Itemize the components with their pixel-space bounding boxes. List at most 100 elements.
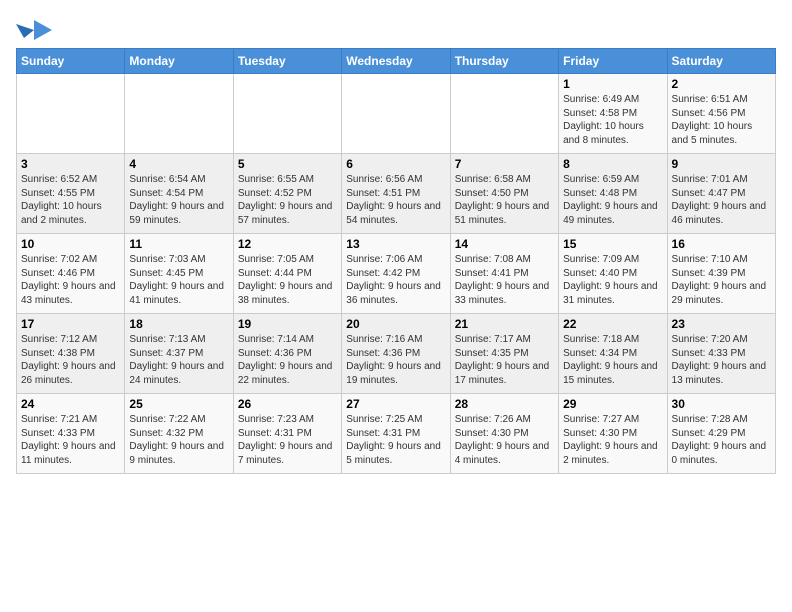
- day-number: 24: [21, 397, 120, 411]
- calendar-cell-3-2: 11 Sunrise: 7:03 AM Sunset: 4:45 PM Dayli…: [125, 234, 233, 314]
- calendar-cell-2-7: 9 Sunrise: 7:01 AM Sunset: 4:47 PM Daylig…: [667, 154, 775, 234]
- day-info: Sunrise: 6:51 AM Sunset: 4:56 PM Dayligh…: [672, 93, 771, 147]
- day-info: Sunrise: 7:09 AM Sunset: 4:40 PM Dayligh…: [563, 253, 662, 307]
- logo: [16, 16, 50, 40]
- day-info: Sunrise: 7:16 AM Sunset: 4:36 PM Dayligh…: [346, 333, 445, 387]
- calendar-cell-1-1: [17, 74, 125, 154]
- day-number: 19: [238, 317, 337, 331]
- calendar-cell-5-4: 27 Sunrise: 7:25 AM Sunset: 4:31 PM Dayli…: [342, 394, 450, 474]
- calendar-cell-5-2: 25 Sunrise: 7:22 AM Sunset: 4:32 PM Dayli…: [125, 394, 233, 474]
- day-info: Sunrise: 7:17 AM Sunset: 4:35 PM Dayligh…: [455, 333, 554, 387]
- day-number: 28: [455, 397, 554, 411]
- day-info: Sunrise: 7:10 AM Sunset: 4:39 PM Dayligh…: [672, 253, 771, 307]
- calendar-cell-2-5: 7 Sunrise: 6:58 AM Sunset: 4:50 PM Daylig…: [450, 154, 558, 234]
- page-header: [16, 16, 776, 40]
- weekday-header-tuesday: Tuesday: [233, 49, 341, 74]
- calendar-cell-3-6: 15 Sunrise: 7:09 AM Sunset: 4:40 PM Dayli…: [559, 234, 667, 314]
- weekday-header-saturday: Saturday: [667, 49, 775, 74]
- day-info: Sunrise: 7:13 AM Sunset: 4:37 PM Dayligh…: [129, 333, 228, 387]
- calendar-cell-1-3: [233, 74, 341, 154]
- day-number: 6: [346, 157, 445, 171]
- calendar-cell-2-6: 8 Sunrise: 6:59 AM Sunset: 4:48 PM Daylig…: [559, 154, 667, 234]
- day-info: Sunrise: 6:49 AM Sunset: 4:58 PM Dayligh…: [563, 93, 662, 147]
- day-info: Sunrise: 7:21 AM Sunset: 4:33 PM Dayligh…: [21, 413, 120, 467]
- calendar-cell-4-2: 18 Sunrise: 7:13 AM Sunset: 4:37 PM Dayli…: [125, 314, 233, 394]
- day-number: 22: [563, 317, 662, 331]
- day-number: 23: [672, 317, 771, 331]
- day-info: Sunrise: 6:55 AM Sunset: 4:52 PM Dayligh…: [238, 173, 337, 227]
- day-info: Sunrise: 7:01 AM Sunset: 4:47 PM Dayligh…: [672, 173, 771, 227]
- day-number: 18: [129, 317, 228, 331]
- calendar-cell-1-6: 1 Sunrise: 6:49 AM Sunset: 4:58 PM Daylig…: [559, 74, 667, 154]
- day-info: Sunrise: 7:12 AM Sunset: 4:38 PM Dayligh…: [21, 333, 120, 387]
- day-info: Sunrise: 7:14 AM Sunset: 4:36 PM Dayligh…: [238, 333, 337, 387]
- day-info: Sunrise: 6:52 AM Sunset: 4:55 PM Dayligh…: [21, 173, 120, 227]
- calendar-cell-1-2: [125, 74, 233, 154]
- day-number: 13: [346, 237, 445, 251]
- day-info: Sunrise: 7:02 AM Sunset: 4:46 PM Dayligh…: [21, 253, 120, 307]
- calendar-cell-1-5: [450, 74, 558, 154]
- calendar-cell-5-3: 26Sunrise: 7:23 AM Sunset: 4:31 PM Dayli…: [233, 394, 341, 474]
- day-info: Sunrise: 7:06 AM Sunset: 4:42 PM Dayligh…: [346, 253, 445, 307]
- day-number: 25: [129, 397, 228, 411]
- calendar-cell-5-6: 29 Sunrise: 7:27 AM Sunset: 4:30 PM Dayli…: [559, 394, 667, 474]
- calendar-cell-2-1: 3 Sunrise: 6:52 AM Sunset: 4:55 PM Daylig…: [17, 154, 125, 234]
- weekday-header-friday: Friday: [559, 49, 667, 74]
- day-info: Sunrise: 7:25 AM Sunset: 4:31 PM Dayligh…: [346, 413, 445, 467]
- weekday-header-monday: Monday: [125, 49, 233, 74]
- calendar-cell-3-1: 10 Sunrise: 7:02 AM Sunset: 4:46 PM Dayli…: [17, 234, 125, 314]
- day-number: 17: [21, 317, 120, 331]
- day-number: 8: [563, 157, 662, 171]
- day-number: 2: [672, 77, 771, 91]
- day-info: Sunrise: 7:28 AM Sunset: 4:29 PM Dayligh…: [672, 413, 771, 467]
- day-info: Sunrise: 6:59 AM Sunset: 4:48 PM Dayligh…: [563, 173, 662, 227]
- day-number: 1: [563, 77, 662, 91]
- day-info: Sunrise: 7:08 AM Sunset: 4:41 PM Dayligh…: [455, 253, 554, 307]
- day-number: 3: [21, 157, 120, 171]
- day-number: 26: [238, 397, 337, 411]
- day-info: Sunrise: 7:03 AM Sunset: 4:45 PM Dayligh…: [129, 253, 228, 307]
- weekday-header-thursday: Thursday: [450, 49, 558, 74]
- day-number: 11: [129, 237, 228, 251]
- day-number: 4: [129, 157, 228, 171]
- calendar-cell-2-4: 6 Sunrise: 6:56 AM Sunset: 4:51 PM Daylig…: [342, 154, 450, 234]
- day-number: 21: [455, 317, 554, 331]
- logo-bird-icon: [16, 16, 46, 40]
- day-number: 27: [346, 397, 445, 411]
- calendar-cell-4-7: 23Sunrise: 7:20 AM Sunset: 4:33 PM Dayli…: [667, 314, 775, 394]
- calendar-cell-3-4: 13 Sunrise: 7:06 AM Sunset: 4:42 PM Dayli…: [342, 234, 450, 314]
- day-info: Sunrise: 7:05 AM Sunset: 4:44 PM Dayligh…: [238, 253, 337, 307]
- day-number: 16: [672, 237, 771, 251]
- calendar-cell-4-5: 21 Sunrise: 7:17 AM Sunset: 4:35 PM Dayli…: [450, 314, 558, 394]
- day-number: 29: [563, 397, 662, 411]
- day-number: 12: [238, 237, 337, 251]
- weekday-header-sunday: Sunday: [17, 49, 125, 74]
- calendar-cell-4-1: 17 Sunrise: 7:12 AM Sunset: 4:38 PM Dayli…: [17, 314, 125, 394]
- calendar-table: SundayMondayTuesdayWednesdayThursdayFrid…: [16, 48, 776, 474]
- calendar-cell-3-7: 16 Sunrise: 7:10 AM Sunset: 4:39 PM Dayli…: [667, 234, 775, 314]
- day-number: 15: [563, 237, 662, 251]
- day-number: 20: [346, 317, 445, 331]
- calendar-cell-5-1: 24 Sunrise: 7:21 AM Sunset: 4:33 PM Dayli…: [17, 394, 125, 474]
- day-info: Sunrise: 6:54 AM Sunset: 4:54 PM Dayligh…: [129, 173, 228, 227]
- day-number: 9: [672, 157, 771, 171]
- calendar-cell-4-6: 22 Sunrise: 7:18 AM Sunset: 4:34 PM Dayli…: [559, 314, 667, 394]
- weekday-header-wednesday: Wednesday: [342, 49, 450, 74]
- day-info: Sunrise: 7:22 AM Sunset: 4:32 PM Dayligh…: [129, 413, 228, 467]
- calendar-cell-1-4: [342, 74, 450, 154]
- calendar-cell-5-5: 28 Sunrise: 7:26 AM Sunset: 4:30 PM Dayli…: [450, 394, 558, 474]
- day-number: 5: [238, 157, 337, 171]
- day-number: 7: [455, 157, 554, 171]
- day-number: 30: [672, 397, 771, 411]
- calendar-cell-3-5: 14Sunrise: 7:08 AM Sunset: 4:41 PM Dayli…: [450, 234, 558, 314]
- day-info: Sunrise: 6:56 AM Sunset: 4:51 PM Dayligh…: [346, 173, 445, 227]
- calendar-cell-2-2: 4 Sunrise: 6:54 AM Sunset: 4:54 PM Daylig…: [125, 154, 233, 234]
- day-info: Sunrise: 7:26 AM Sunset: 4:30 PM Dayligh…: [455, 413, 554, 467]
- day-number: 10: [21, 237, 120, 251]
- day-info: Sunrise: 6:58 AM Sunset: 4:50 PM Dayligh…: [455, 173, 554, 227]
- day-info: Sunrise: 7:18 AM Sunset: 4:34 PM Dayligh…: [563, 333, 662, 387]
- calendar-cell-4-4: 20 Sunrise: 7:16 AM Sunset: 4:36 PM Dayli…: [342, 314, 450, 394]
- calendar-cell-5-7: 30 Sunrise: 7:28 AM Sunset: 4:29 PM Dayli…: [667, 394, 775, 474]
- calendar-cell-1-7: 2 Sunrise: 6:51 AM Sunset: 4:56 PM Daylig…: [667, 74, 775, 154]
- day-info: Sunrise: 7:27 AM Sunset: 4:30 PM Dayligh…: [563, 413, 662, 467]
